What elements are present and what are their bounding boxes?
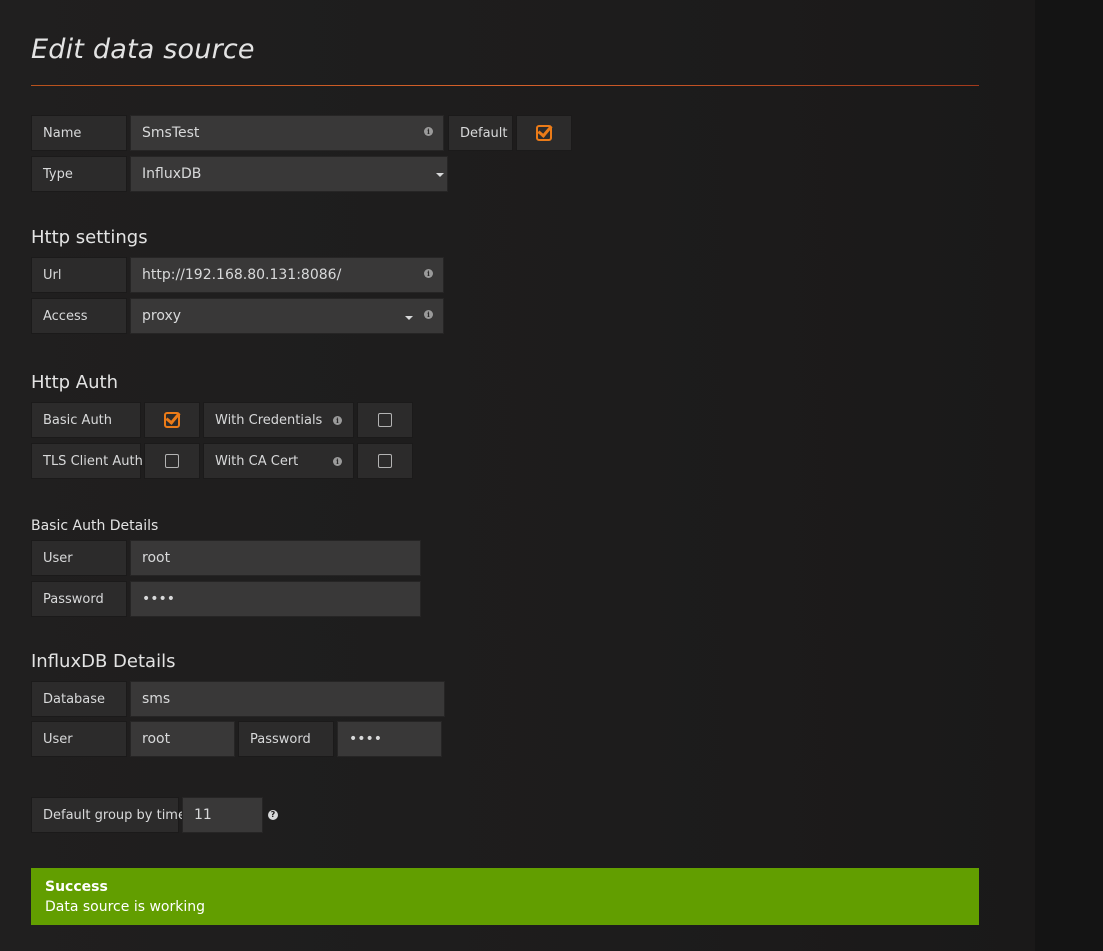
influxdb-details-title: InfluxDB Details [31, 651, 176, 672]
checkbox-icon [378, 454, 392, 468]
url-input[interactable]: http://192.168.80.131:8086/ i [130, 257, 444, 293]
info-icon[interactable]: i [424, 310, 433, 319]
basic-auth-checkbox[interactable] [144, 402, 200, 438]
access-select[interactable]: proxy i [130, 298, 444, 334]
with-ca-cert-checkbox[interactable] [357, 443, 413, 479]
check-icon [536, 125, 552, 141]
info-icon[interactable]: i [424, 269, 433, 278]
name-value: SmsTest [142, 125, 200, 141]
default-label: Default [448, 115, 513, 151]
alert-message: Data source is working [45, 899, 205, 915]
http-auth-title: Http Auth [31, 372, 118, 393]
name-input[interactable]: SmsTest i [130, 115, 444, 151]
with-credentials-checkbox[interactable] [357, 402, 413, 438]
basic-password-input[interactable]: •••• [130, 581, 421, 617]
with-credentials-text: With Credentials [215, 413, 323, 428]
basic-user-label: User [31, 540, 127, 576]
title-divider [31, 85, 979, 86]
basic-user-input[interactable]: root [130, 540, 421, 576]
access-value: proxy [142, 308, 182, 324]
influx-user-label: User [31, 721, 127, 757]
influx-user-input[interactable]: root [130, 721, 235, 757]
caret-down-icon [436, 173, 444, 177]
type-select[interactable]: InfluxDB [130, 156, 448, 192]
info-icon[interactable]: i [333, 416, 342, 425]
check-icon [164, 412, 180, 428]
type-value: InfluxDB [142, 166, 202, 182]
checkbox-icon [378, 413, 392, 427]
default-checkbox[interactable] [516, 115, 572, 151]
influx-password-label: Password [238, 721, 334, 757]
tls-client-auth-label: TLS Client Auth [31, 443, 143, 479]
basic-password-label: Password [31, 581, 127, 617]
url-label: Url [31, 257, 127, 293]
http-settings-title: Http settings [31, 227, 148, 248]
tls-client-auth-checkbox[interactable] [144, 443, 200, 479]
checkbox-icon [165, 454, 179, 468]
alert-title: Success [45, 879, 108, 895]
success-alert: Success Data source is working [31, 868, 979, 925]
right-gutter [1035, 0, 1103, 951]
database-label: Database [31, 681, 127, 717]
name-label: Name [31, 115, 127, 151]
group-by-label: Default group by time [31, 797, 186, 833]
info-icon[interactable]: i [333, 457, 342, 466]
influx-password-input[interactable]: •••• [337, 721, 442, 757]
caret-down-icon [405, 316, 413, 320]
question-circle-icon[interactable]: ? [268, 810, 278, 820]
group-by-input[interactable]: 11 [182, 797, 263, 833]
url-value: http://192.168.80.131:8086/ [142, 267, 342, 283]
database-input[interactable]: sms [130, 681, 445, 717]
access-label: Access [31, 298, 127, 334]
page-title: Edit data source [31, 34, 255, 65]
with-ca-cert-label: With CA Cert i [203, 443, 354, 479]
with-ca-cert-text: With CA Cert [215, 454, 299, 469]
type-label: Type [31, 156, 127, 192]
with-credentials-label: With Credentials i [203, 402, 354, 438]
basic-auth-details-title: Basic Auth Details [31, 518, 159, 534]
info-icon[interactable]: i [424, 127, 433, 136]
basic-auth-label: Basic Auth [31, 402, 141, 438]
